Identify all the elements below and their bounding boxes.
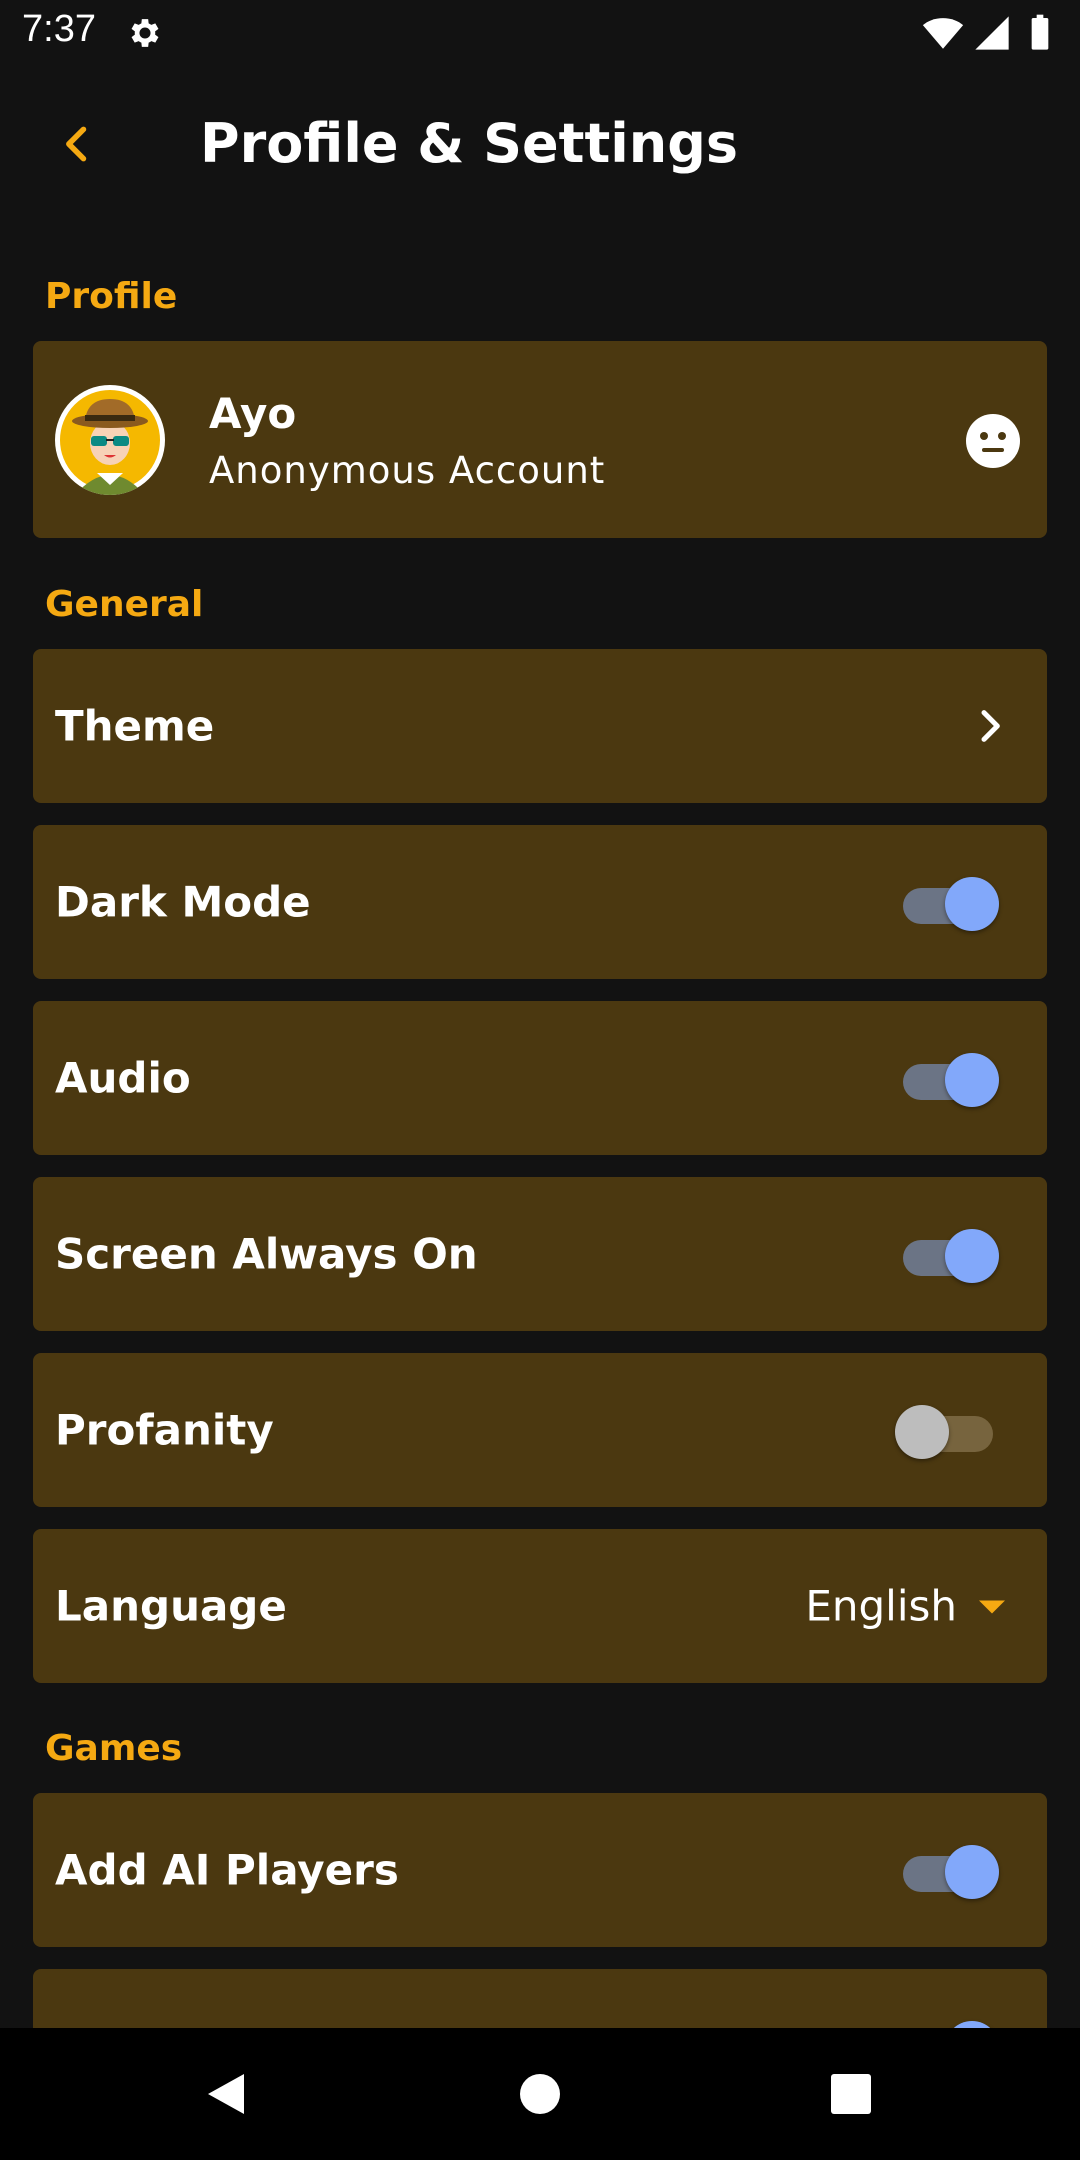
- circle-home-icon: [520, 2074, 560, 2114]
- profanity-row: Profanity: [33, 1353, 1047, 1507]
- caret-down-icon: [977, 1596, 1007, 1616]
- profanity-toggle[interactable]: [895, 1402, 999, 1459]
- section-label-games: Games: [45, 1728, 183, 1769]
- dark-mode-row: Dark Mode: [33, 825, 1047, 979]
- toggle-thumb: [895, 1405, 949, 1459]
- toggle-thumb: [945, 1845, 999, 1899]
- app-bar: Profile & Settings: [0, 90, 1080, 200]
- language-row: Language English: [33, 1529, 1047, 1683]
- page-title: Profile & Settings: [200, 112, 739, 175]
- section-label-general: General: [45, 584, 204, 625]
- system-nav-bar: [0, 2028, 1080, 2160]
- audio-row: Audio: [33, 1001, 1047, 1155]
- square-recents-icon: [831, 2074, 871, 2114]
- chevron-right-icon: [969, 706, 1009, 746]
- chevron-left-icon: [56, 122, 100, 170]
- detective-avatar: [56, 386, 164, 495]
- theme-row[interactable]: Theme: [33, 649, 1047, 803]
- nav-recents-button[interactable]: [821, 2064, 881, 2124]
- neutral-face-icon[interactable]: [965, 413, 1021, 469]
- screen-always-on-label: Screen Always On: [55, 1229, 478, 1279]
- add-ai-players-row: Add AI Players: [33, 1793, 1047, 1947]
- audio-toggle[interactable]: [899, 1050, 999, 1107]
- screen-always-on-toggle[interactable]: [899, 1226, 999, 1283]
- toggle-thumb: [945, 1053, 999, 1107]
- signal-icon: [972, 13, 1012, 57]
- add-ai-players-toggle[interactable]: [899, 1842, 999, 1899]
- triangle-back-icon: [208, 2074, 244, 2114]
- add-ai-players-label: Add AI Players: [55, 1845, 399, 1895]
- profile-card[interactable]: Ayo Anonymous Account: [33, 341, 1047, 538]
- nav-back-button[interactable]: [196, 2064, 256, 2124]
- profile-account-type: Anonymous Account: [209, 449, 606, 492]
- audio-label: Audio: [55, 1053, 191, 1103]
- battery-icon: [1020, 13, 1060, 57]
- theme-label: Theme: [55, 701, 215, 751]
- toggle-thumb: [945, 877, 999, 931]
- screen-always-on-row: Screen Always On: [33, 1177, 1047, 1331]
- toggle-thumb: [945, 1229, 999, 1283]
- status-time: 7:37: [22, 8, 96, 50]
- language-label: Language: [55, 1581, 287, 1631]
- wifi-icon: [922, 12, 964, 58]
- dark-mode-toggle[interactable]: [899, 874, 999, 931]
- language-value: English: [805, 1581, 957, 1631]
- nav-home-button[interactable]: [510, 2064, 570, 2124]
- back-button[interactable]: [50, 118, 106, 174]
- profanity-label: Profanity: [55, 1405, 274, 1455]
- status-bar: 7:37: [0, 0, 1080, 66]
- section-label-profile: Profile: [45, 276, 178, 317]
- avatar: [55, 385, 165, 495]
- settings-icon: [126, 14, 164, 52]
- profile-name: Ayo: [209, 389, 297, 438]
- language-dropdown[interactable]: English: [805, 1582, 1007, 1631]
- dark-mode-label: Dark Mode: [55, 877, 311, 927]
